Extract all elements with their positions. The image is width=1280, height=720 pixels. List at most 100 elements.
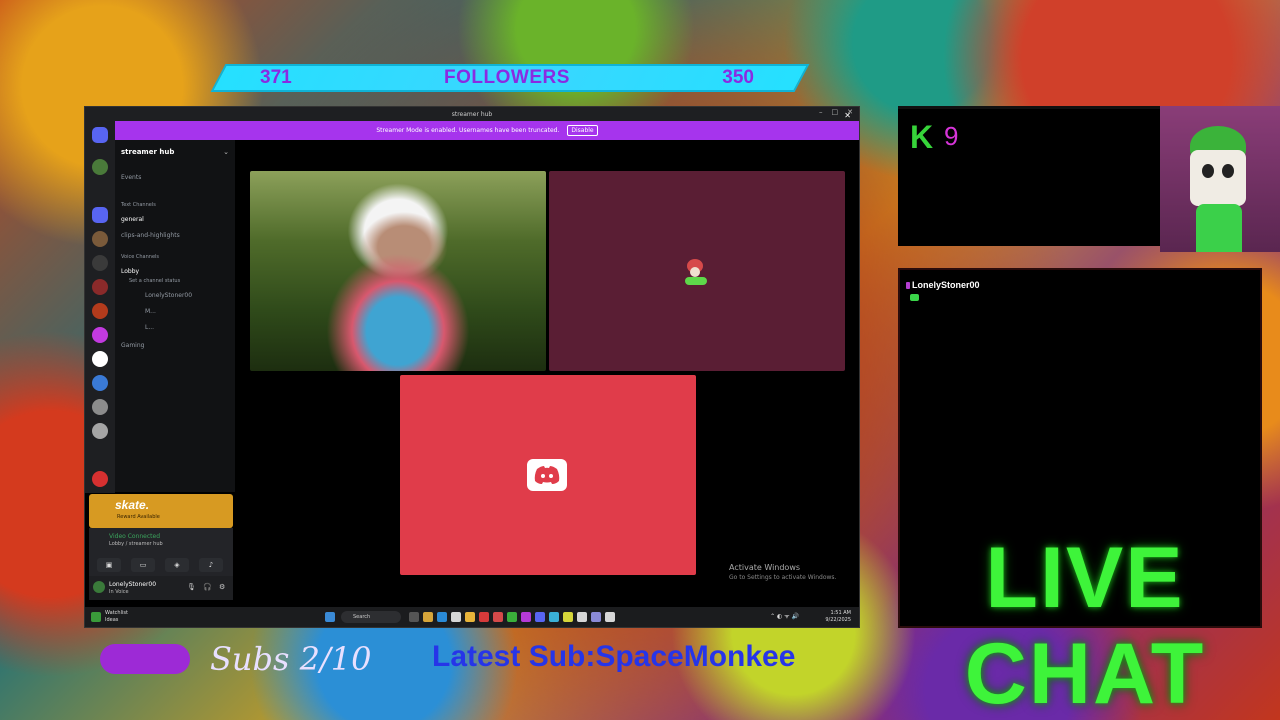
server-icon[interactable] xyxy=(92,255,108,271)
clock-time: 1:51 AM xyxy=(830,610,851,616)
app-icon[interactable] xyxy=(521,612,531,622)
discord-logo-tile[interactable] xyxy=(400,375,696,575)
user-panel: LonelyStoner00 In Voice 🎙 🎧 ⚙ xyxy=(89,576,233,600)
k-panel: K 9 xyxy=(898,106,1160,246)
server-icon[interactable] xyxy=(92,399,108,415)
user-status: In Voice xyxy=(109,589,129,595)
edge-icon[interactable] xyxy=(437,612,447,622)
mascot-eye-left xyxy=(1202,164,1214,178)
mic-icon[interactable]: 🎙 xyxy=(187,583,196,591)
activate-windows-title: Activate Windows xyxy=(729,563,801,572)
subs-progress-pill xyxy=(100,644,190,674)
server-icon[interactable] xyxy=(92,207,108,223)
promo-title: skate. xyxy=(115,498,150,512)
app-icon[interactable] xyxy=(493,612,503,622)
server-name[interactable]: streamer hub xyxy=(121,148,174,156)
discord-icon[interactable] xyxy=(92,127,108,143)
chrome-icon[interactable] xyxy=(549,612,559,622)
voice-location: Lobby / streamer hub xyxy=(109,541,163,547)
app-icon[interactable] xyxy=(423,612,433,622)
server-icon[interactable] xyxy=(92,423,108,439)
channel-lobby[interactable]: Lobby xyxy=(121,268,139,275)
voice-panel: Video Connected Lobby / streamer hub ▣ ▭… xyxy=(89,528,233,576)
user-badge-icon xyxy=(906,282,910,289)
camera-icon[interactable]: ▣ xyxy=(97,558,121,572)
folder-icon[interactable] xyxy=(465,612,475,622)
lobby-status[interactable]: Set a channel status xyxy=(129,278,180,284)
mascot-panel xyxy=(1160,106,1280,252)
chat-username: LonelyStoner00 xyxy=(912,280,980,290)
server-icon[interactable] xyxy=(92,279,108,295)
settings-icon[interactable]: ⚙ xyxy=(219,583,225,591)
webcam-tile[interactable] xyxy=(250,171,546,371)
discord-window: streamer hub – □ ✕ Streamer Mode is enab… xyxy=(84,106,860,628)
channel-gaming[interactable]: Gaming xyxy=(121,342,144,349)
voice-status: Video Connected xyxy=(109,533,161,540)
channel-clips[interactable]: clips-and-highlights xyxy=(121,232,180,239)
banner-close-icon[interactable]: ✕ xyxy=(844,111,851,120)
taskbar-clock[interactable]: 1:51 AM 9/22/2025 xyxy=(825,610,851,624)
discord-icon[interactable] xyxy=(535,612,545,622)
category-text[interactable]: Text Channels xyxy=(121,202,156,208)
widget-line-1: Watchlist xyxy=(105,610,128,616)
server-icon[interactable] xyxy=(92,303,108,319)
avatar[interactable] xyxy=(93,581,105,593)
screen-share-icon[interactable]: ▭ xyxy=(131,558,155,572)
server-icon[interactable] xyxy=(92,471,108,487)
promo-subtitle: Reward Available xyxy=(117,514,160,520)
server-icon[interactable] xyxy=(92,327,108,343)
banner-text: Streamer Mode is enabled. Usernames have… xyxy=(376,127,560,134)
app-icon[interactable] xyxy=(451,612,461,622)
weather-icon[interactable] xyxy=(91,612,101,622)
voice-user-1[interactable]: LonelyStoner00 xyxy=(145,292,192,299)
app-icon[interactable] xyxy=(479,612,489,622)
followers-bar: 371 FOLLOWERS 350 xyxy=(218,64,802,92)
emote-icon xyxy=(910,294,919,301)
server-icon[interactable] xyxy=(92,231,108,247)
taskbar-widget[interactable]: Watchlist Ideas xyxy=(105,610,128,624)
k-number: 9 xyxy=(944,121,959,151)
app-icon[interactable] xyxy=(409,612,419,622)
xbox-icon[interactable] xyxy=(507,612,517,622)
character-avatar xyxy=(681,259,711,287)
soundboard-icon[interactable]: ♪ xyxy=(199,558,223,572)
headphones-icon[interactable]: 🎧 xyxy=(203,583,212,591)
chevron-down-icon[interactable]: ⌄ xyxy=(223,148,229,156)
activity-icon[interactable]: ◈ xyxy=(165,558,189,572)
channel-general[interactable]: general xyxy=(121,216,144,223)
voice-user-3[interactable]: L... xyxy=(145,324,154,331)
server-icon[interactable] xyxy=(92,375,108,391)
channel-list: streamer hub ⌄ Events Text Channels gene… xyxy=(115,140,235,492)
search-input[interactable]: Search xyxy=(341,611,401,623)
app-icon[interactable] xyxy=(591,612,601,622)
category-voice[interactable]: Voice Channels xyxy=(121,254,159,260)
start-icon[interactable] xyxy=(325,612,335,622)
discord-icon xyxy=(527,459,567,491)
voice-user-2[interactable]: M... xyxy=(145,308,156,315)
channel-events[interactable]: Events xyxy=(121,174,141,181)
k-letter: K xyxy=(910,119,934,155)
system-tray[interactable]: ⌃ ◐ ᯤ 🔊 xyxy=(770,612,799,620)
activate-windows-subtitle: Go to Settings to activate Windows. xyxy=(729,574,837,581)
minimize-icon[interactable]: – xyxy=(819,108,823,116)
promo-card[interactable]: skate. Reward Available xyxy=(89,494,233,528)
followers-current: 371 xyxy=(260,67,292,88)
window-title: streamer hub xyxy=(451,110,493,118)
disable-button[interactable]: Disable xyxy=(567,125,598,136)
app-icon[interactable] xyxy=(605,612,615,622)
user-name: LonelyStoner00 xyxy=(109,581,157,588)
live-chat-label: LIVE CHAT xyxy=(964,530,1206,720)
windows-taskbar: Watchlist Ideas Search ⌃ ◐ ᯤ 🔊 1:51 AM 9… xyxy=(85,607,859,627)
clock-date: 9/22/2025 xyxy=(825,617,851,623)
mascot-mug xyxy=(1190,150,1246,206)
app-icon[interactable] xyxy=(563,612,573,622)
server-icon[interactable] xyxy=(92,159,108,175)
streamer-mode-banner: Streamer Mode is enabled. Usernames have… xyxy=(115,121,859,140)
latest-sub: Latest Sub:SpaceMonkee xyxy=(432,640,796,673)
server-rail xyxy=(85,121,115,493)
followers-label: FOLLOWERS xyxy=(444,67,570,88)
avatar-tile[interactable] xyxy=(549,171,845,371)
app-icon[interactable] xyxy=(577,612,587,622)
maximize-icon[interactable]: □ xyxy=(832,108,839,116)
server-icon[interactable] xyxy=(92,351,108,367)
